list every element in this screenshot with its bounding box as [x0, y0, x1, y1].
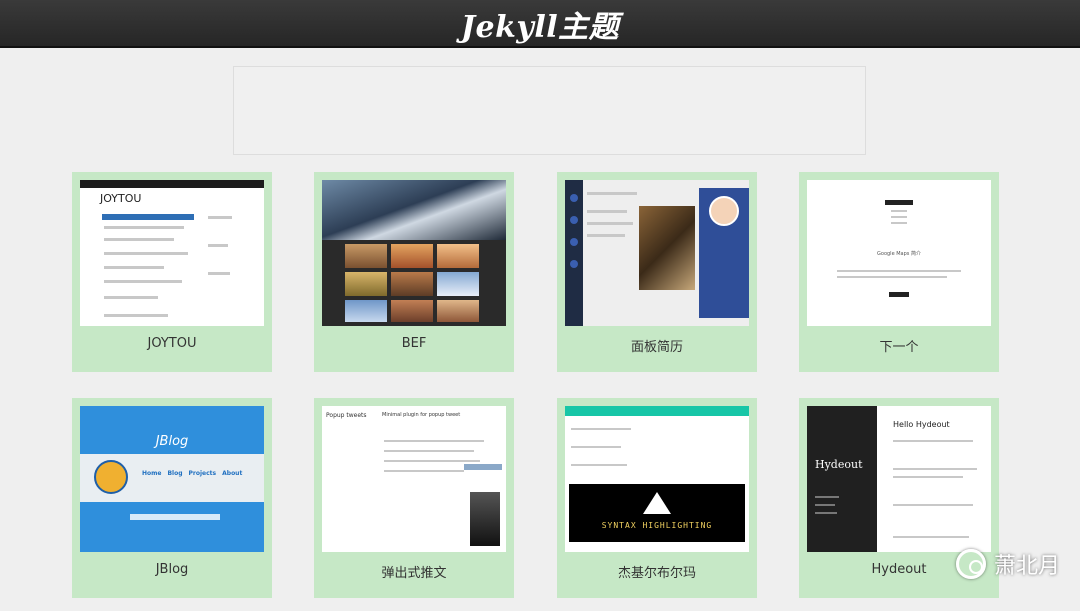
next-thumb-post-title: Google Maps 简介 — [877, 251, 921, 257]
theme-card-next[interactable]: Google Maps 简介 下一个 — [799, 172, 999, 372]
watermark: 萧北月 — [955, 548, 1060, 580]
joytou-thumb-title: JOYTOU — [100, 192, 142, 205]
theme-thumbnail-popup-tweets[interactable]: Popup tweets Minimal plugin for popup tw… — [322, 406, 506, 552]
theme-name[interactable]: JBlog — [72, 562, 272, 577]
popup-thumb-right: Minimal plugin for popup tweet — [382, 412, 461, 418]
theme-card-joytou[interactable]: JOYTOU JOYTOU — [72, 172, 272, 372]
theme-thumbnail-jekyll-bulma[interactable]: SYNTAX HIGHLIGHTING — [565, 406, 749, 552]
jblog-nav-about: About — [222, 470, 243, 477]
theme-name[interactable]: 杰基尔布尔玛 — [557, 562, 757, 581]
theme-thumbnail-next[interactable]: Google Maps 简介 — [807, 180, 991, 326]
theme-card-jekyll-bulma[interactable]: SYNTAX HIGHLIGHTING 杰基尔布尔玛 — [557, 398, 757, 598]
wechat-icon — [955, 549, 986, 579]
jblog-nav-blog: Blog — [167, 470, 183, 477]
theme-thumbnail-hydeout[interactable]: Hydeout Hello Hydeout — [807, 406, 991, 552]
ad-banner-slot — [233, 66, 866, 155]
theme-thumbnail-bef[interactable] — [322, 180, 506, 326]
jblog-nav-projects: Projects — [188, 470, 217, 477]
theme-card-bef[interactable]: BEF — [314, 172, 514, 372]
theme-thumbnail-panel-resume[interactable] — [565, 180, 749, 326]
popup-thumb-left: Popup tweets — [326, 412, 367, 419]
theme-card-jblog[interactable]: JBlog Home Blog Projects About JBlog — [72, 398, 272, 598]
jblog-nav-home: Home — [142, 470, 162, 477]
site-title[interactable]: Jekyll主题 — [0, 2, 1080, 46]
top-header: Jekyll主题 — [0, 0, 1080, 48]
jblog-thumb-title: JBlog — [155, 434, 189, 449]
theme-thumbnail-jblog[interactable]: JBlog Home Blog Projects About — [80, 406, 264, 552]
bulma-thumb-syntax: SYNTAX HIGHLIGHTING — [601, 521, 713, 530]
theme-card-panel-resume[interactable]: 面板简历 — [557, 172, 757, 372]
hydeout-thumb-heading: Hello Hydeout — [893, 420, 950, 429]
hydeout-thumb-logo: Hydeout — [815, 458, 863, 471]
theme-card-popup-tweets[interactable]: Popup tweets Minimal plugin for popup tw… — [314, 398, 514, 598]
theme-thumbnail-joytou[interactable]: JOYTOU — [80, 180, 264, 326]
theme-name[interactable]: 弹出式推文 — [314, 562, 514, 581]
theme-name[interactable]: BEF — [314, 336, 514, 351]
watermark-text: 萧北月 — [993, 554, 1060, 579]
theme-name[interactable]: JOYTOU — [72, 336, 272, 351]
theme-name[interactable]: 下一个 — [799, 336, 999, 355]
theme-name[interactable]: 面板简历 — [557, 336, 757, 355]
